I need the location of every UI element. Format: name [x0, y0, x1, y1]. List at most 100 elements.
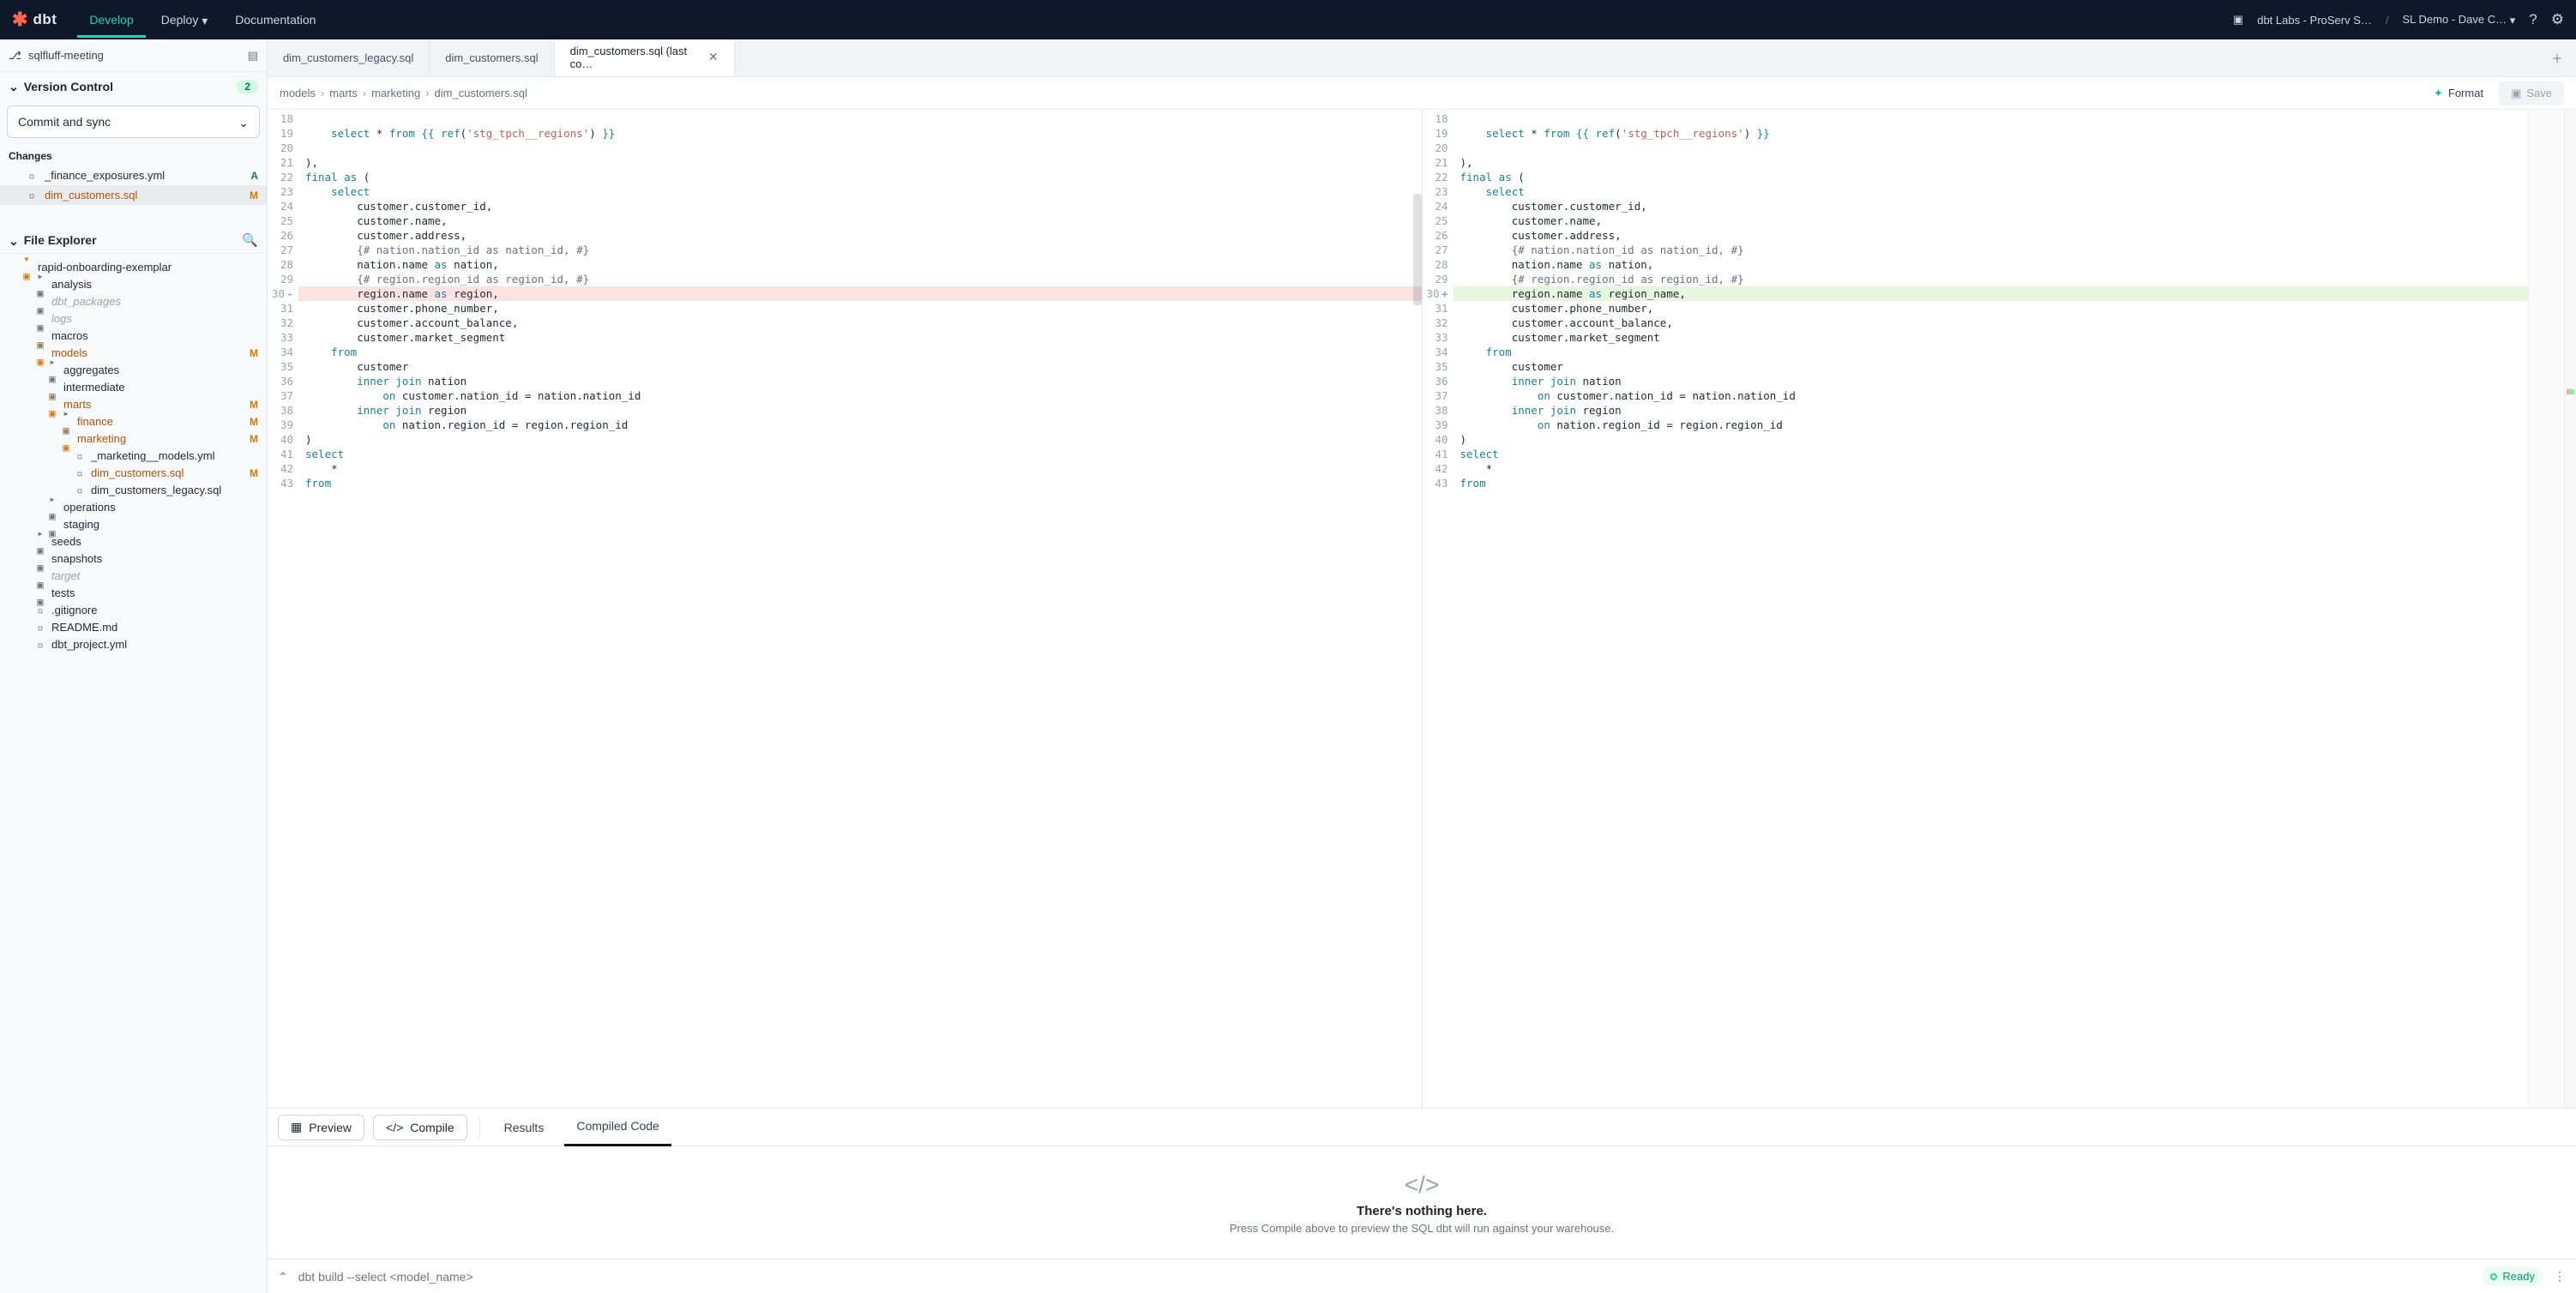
breadcrumb-segment[interactable]: marts [329, 87, 358, 99]
nav-deploy[interactable]: Deploy ▾ [149, 3, 220, 38]
code-line[interactable]: customer.address, [298, 228, 1422, 243]
code-line[interactable]: customer.account_balance, [298, 316, 1422, 330]
code-line[interactable]: {# region.region_id as region_id, #} [298, 272, 1422, 286]
book-icon[interactable]: ▤ [248, 49, 258, 63]
code-line[interactable]: customer [1454, 359, 2529, 374]
code-line[interactable]: ) [1454, 432, 2529, 447]
code-line[interactable]: customer.phone_number, [1454, 301, 2529, 316]
code-line[interactable]: select * from {{ ref('stg_tpch__regions'… [1454, 126, 2529, 141]
breadcrumb-segment[interactable]: dim_customers.sql [435, 87, 527, 99]
code-line[interactable]: customer.name, [1454, 213, 2529, 228]
code-line[interactable]: on customer.nation_id = nation.nation_id [1454, 388, 2529, 403]
code-line[interactable] [298, 141, 1422, 155]
code-line[interactable]: ), [1454, 155, 2529, 170]
code-line[interactable]: select [298, 447, 1422, 461]
file-item[interactable]: ▫dbt_project.yml [0, 636, 267, 653]
chevron-up-icon[interactable]: ⌃ [278, 1270, 288, 1284]
more-icon[interactable]: ⋮ [2554, 1269, 2566, 1284]
code-line[interactable]: region.name as region, [298, 286, 1422, 301]
code-line[interactable]: inner join region [1454, 403, 2529, 418]
code-line[interactable]: inner join nation [298, 374, 1422, 388]
code-line[interactable]: from [298, 345, 1422, 359]
code-line[interactable]: customer.customer_id, [1454, 199, 2529, 213]
editor-tab[interactable]: dim_customers.sql (last co…✕ [555, 39, 735, 76]
logo[interactable]: ✱ dbt [12, 9, 57, 31]
file-explorer-header[interactable]: ⌄ File Explorer 🔍 [0, 227, 267, 254]
preview-button[interactable]: ▦ Preview [278, 1115, 364, 1140]
results-tab[interactable]: Results [492, 1109, 557, 1146]
code-line[interactable]: customer.market_segment [298, 330, 1422, 345]
code-line[interactable]: ) [298, 432, 1422, 447]
code-line[interactable]: customer.customer_id, [298, 199, 1422, 213]
code-line[interactable]: customer.address, [1454, 228, 2529, 243]
code-line[interactable]: customer.market_segment [1454, 330, 2529, 345]
code-line[interactable]: customer [298, 359, 1422, 374]
file-item[interactable]: ▫dim_customers_legacy.sql [0, 482, 267, 499]
code-line[interactable]: customer.phone_number, [298, 301, 1422, 316]
code-line[interactable]: final as ( [1454, 170, 2529, 184]
diff-left-pane[interactable]: 18192021222324252627282930-3132333435363… [268, 110, 1422, 1108]
diff-overview-ruler[interactable] [2564, 110, 2576, 1108]
breadcrumb-segment[interactable]: marketing [371, 87, 420, 99]
terminal-input[interactable] [298, 1270, 2472, 1284]
help-icon[interactable]: ? [2529, 11, 2537, 28]
gear-icon[interactable]: ⚙ [2551, 11, 2564, 28]
code-line[interactable]: nation.name as nation, [1454, 257, 2529, 272]
folder-item[interactable]: ▸ ▣tests [0, 585, 267, 602]
folder-item[interactable]: ▾ ▣martsM [0, 396, 267, 413]
code-line[interactable]: from [1454, 476, 2529, 490]
folder-item[interactable]: ▸ ▣intermediate [0, 379, 267, 396]
code-line[interactable] [1454, 141, 2529, 155]
breadcrumb-segment[interactable]: models [280, 87, 316, 99]
code-line[interactable]: on nation.region_id = region.region_id [1454, 418, 2529, 432]
format-button[interactable]: ✦ Format [2434, 87, 2483, 100]
code-line[interactable] [298, 111, 1422, 126]
new-tab-button[interactable]: ＋ [2538, 39, 2576, 76]
code-line[interactable]: from [298, 476, 1422, 490]
code-line[interactable]: select [1454, 184, 2529, 199]
editor-tab[interactable]: dim_customers.sql [430, 39, 554, 76]
code-line[interactable]: select [1454, 447, 2529, 461]
code-line[interactable]: select [298, 184, 1422, 199]
code-line[interactable]: inner join nation [1454, 374, 2529, 388]
commit-and-sync-button[interactable]: Commit and sync ⌄ [7, 105, 260, 138]
code-line[interactable]: inner join region [298, 403, 1422, 418]
code-line[interactable]: customer.account_balance, [1454, 316, 2529, 330]
folder-item[interactable]: ▸ ▣financeM [0, 413, 267, 430]
search-icon[interactable]: 🔍 [242, 232, 258, 248]
code-line[interactable]: {# nation.nation_id as nation_id, #} [1454, 243, 2529, 257]
code-line[interactable]: from [1454, 345, 2529, 359]
file-item[interactable]: ▫.gitignore [0, 602, 267, 619]
env-name[interactable]: SL Demo - Dave C… ▾ [2403, 13, 2516, 27]
scrollbar[interactable] [1413, 194, 1422, 305]
change-item[interactable]: ▫dim_customers.sqlM [0, 185, 267, 205]
code-line[interactable]: {# nation.nation_id as nation_id, #} [298, 243, 1422, 257]
nav-develop[interactable]: Develop [77, 3, 145, 38]
code-line[interactable]: select * from {{ ref('stg_tpch__regions'… [298, 126, 1422, 141]
code-line[interactable]: on customer.nation_id = nation.nation_id [298, 388, 1422, 403]
file-item[interactable]: ▫README.md [0, 619, 267, 636]
code-line[interactable] [1454, 111, 2529, 126]
file-item[interactable]: ▫dim_customers.sqlM [0, 465, 267, 482]
file-item[interactable]: ▫_marketing__models.yml [0, 448, 267, 465]
diff-right-pane[interactable]: 18192021222324252627282930+3132333435363… [1422, 110, 2576, 1108]
account-name[interactable]: dbt Labs - ProServ S… [2257, 14, 2372, 27]
code-line[interactable]: * [1454, 461, 2529, 476]
change-item[interactable]: ▫_finance_exposures.ymlA [0, 165, 267, 185]
chevron-down-icon[interactable]: ⌄ [238, 116, 249, 130]
compile-button[interactable]: </> Compile [373, 1115, 467, 1140]
folder-item[interactable]: ▸ ▣operations [0, 499, 267, 516]
code-line[interactable]: * [298, 461, 1422, 476]
editor-tab[interactable]: dim_customers_legacy.sql [268, 39, 430, 76]
close-icon[interactable]: ✕ [708, 50, 719, 64]
code-line[interactable]: customer.name, [298, 213, 1422, 228]
code-line[interactable]: nation.name as nation, [298, 257, 1422, 272]
folder-item[interactable]: ▾ ▣marketingM [0, 430, 267, 448]
folder-item[interactable]: ▾ ▣modelsM [0, 345, 267, 362]
code-line[interactable]: on nation.region_id = region.region_id [298, 418, 1422, 432]
version-control-header[interactable]: ⌄ Version Control 2 [0, 72, 267, 100]
branch-row[interactable]: ⎇ sqlfluff-meeting ▤ [0, 39, 267, 72]
code-line[interactable]: ), [298, 155, 1422, 170]
compiled-code-tab[interactable]: Compiled Code [564, 1109, 671, 1146]
nav-documentation[interactable]: Documentation [223, 3, 328, 38]
